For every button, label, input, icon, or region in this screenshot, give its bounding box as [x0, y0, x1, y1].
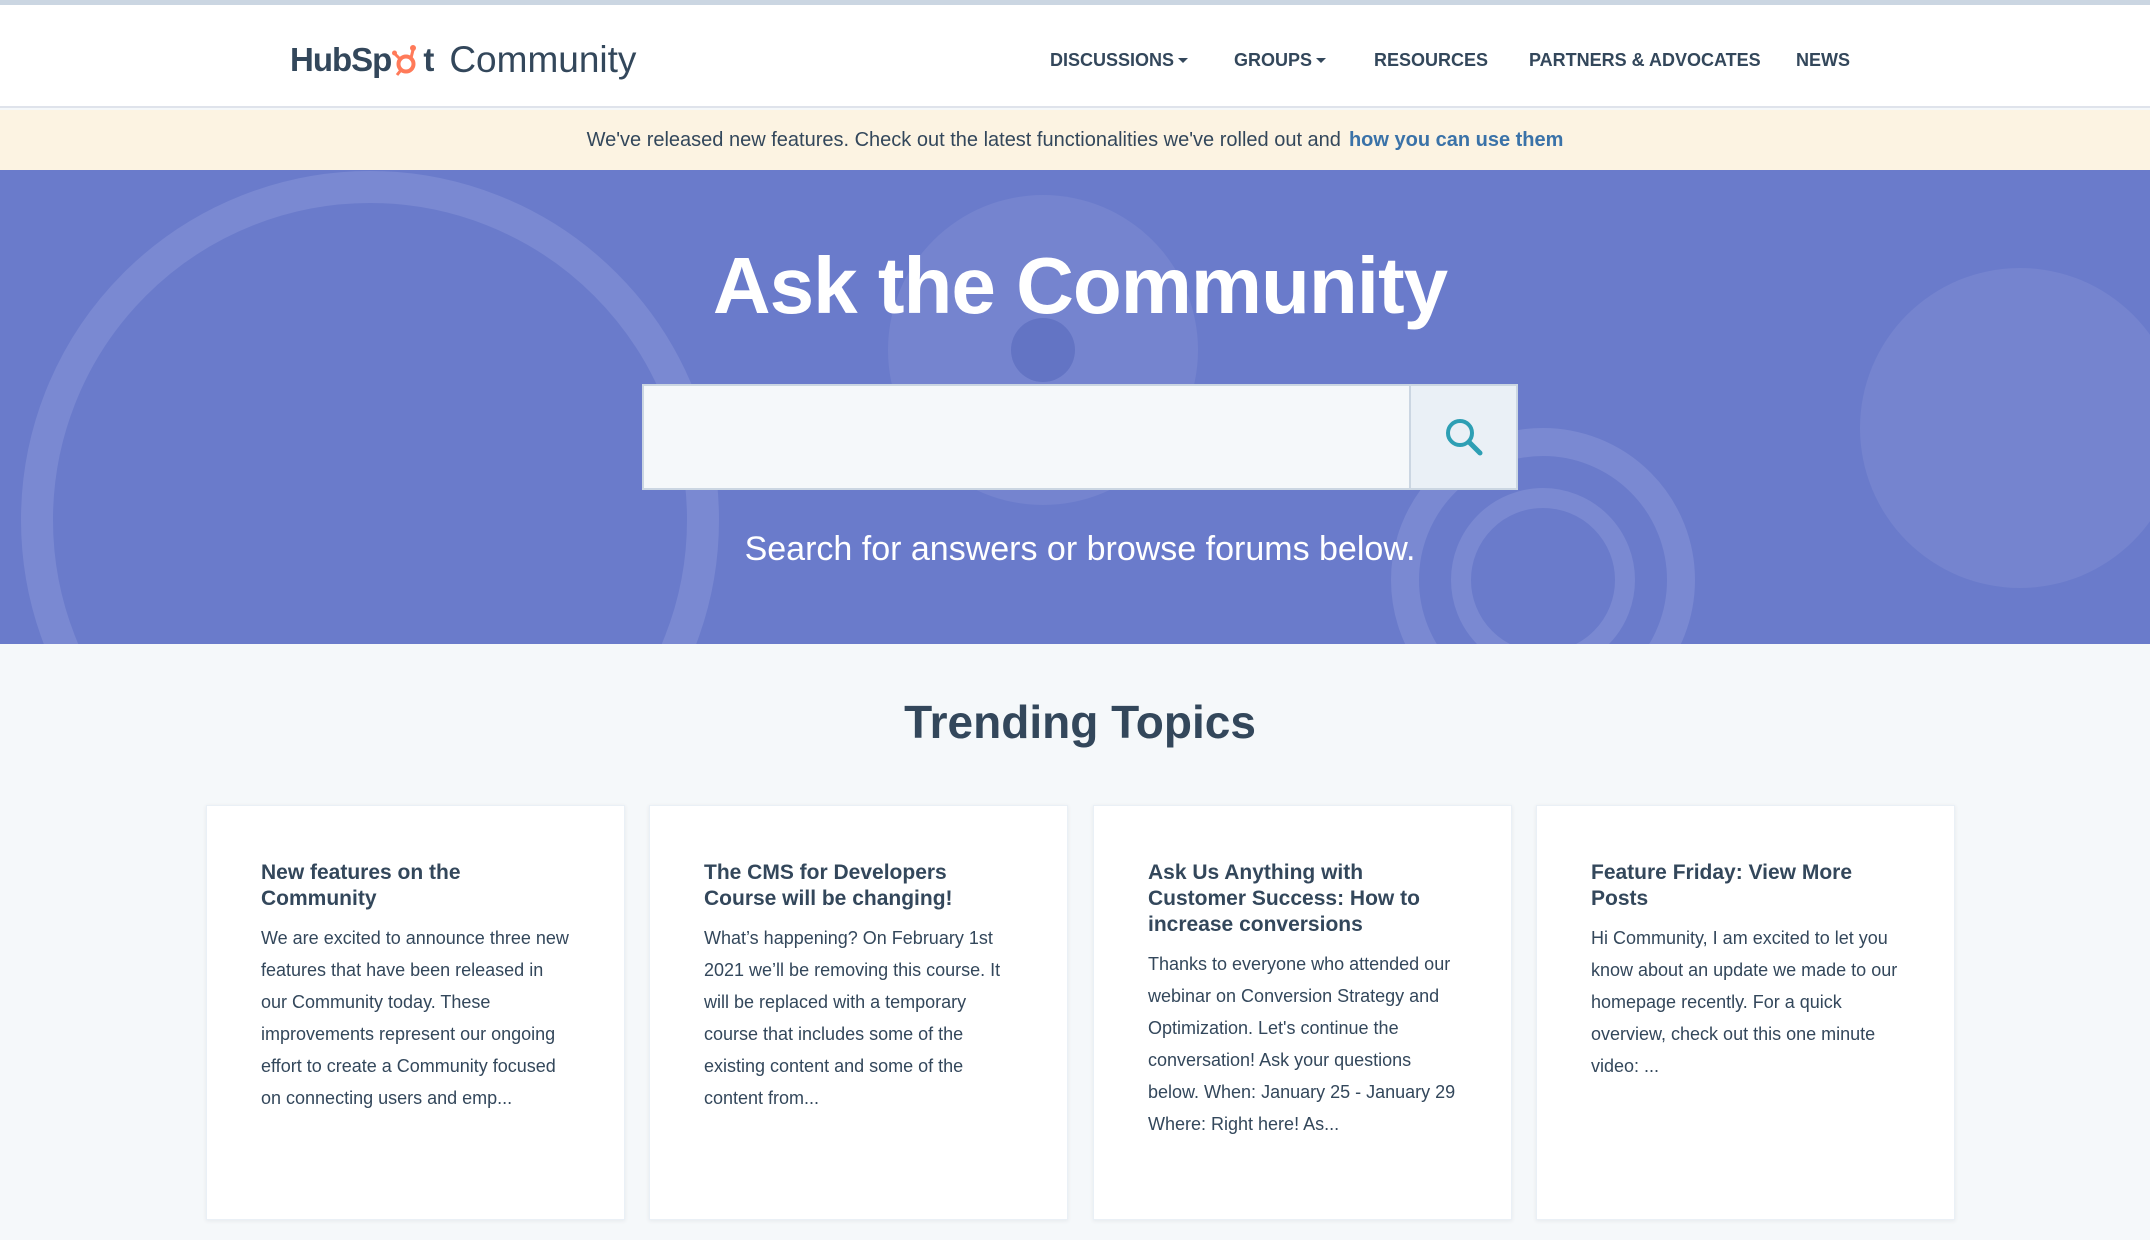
topic-card-body: What’s happening? On February 1st 2021 w… [704, 928, 1001, 1108]
topic-card-body: Hi Community, I am excited to let you kn… [1591, 928, 1898, 1076]
topic-card-title[interactable]: Feature Friday: View More Posts [1591, 860, 1902, 912]
hero-section: Ask the Community Search for answers or … [0, 170, 2150, 644]
nav-groups-label: GROUPS [1234, 49, 1313, 70]
nav-groups[interactable]: GROUPS [1234, 45, 1327, 75]
banner-text: We've released new features. Check out t… [586, 128, 1341, 151]
main-nav: DISCUSSIONS GROUPS RESOURCES PARTNERS & … [0, 45, 2150, 75]
nav-discussions-label: DISCUSSIONS [1050, 49, 1175, 70]
search-icon [1445, 419, 1482, 456]
caret-down-icon [1178, 57, 1189, 63]
topic-card-title[interactable]: New features on the Community [261, 860, 572, 912]
nav-partners-label: PARTNERS & ADVOCATES [1529, 49, 1761, 70]
topic-card[interactable]: Feature Friday: View More Posts Hi Commu… [1536, 805, 1955, 1220]
topic-card-title[interactable]: Ask Us Anything with Customer Success: H… [1148, 860, 1459, 938]
nav-partners-advocates[interactable]: PARTNERS & ADVOCATES [1529, 45, 1761, 75]
topic-card[interactable]: New features on the Community We are exc… [206, 805, 625, 1220]
nav-news-label: NEWS [1796, 49, 1850, 70]
nav-resources[interactable]: RESOURCES [1374, 45, 1488, 75]
topic-card[interactable]: The CMS for Developers Course will be ch… [649, 805, 1068, 1220]
search-bar [642, 384, 1518, 490]
nav-resources-label: RESOURCES [1374, 49, 1489, 70]
topic-card-body: We are excited to announce three new fea… [261, 928, 569, 1108]
nav-news[interactable]: NEWS [1796, 45, 1850, 75]
topic-card-body: Thanks to everyone who attended our webi… [1148, 954, 1456, 1134]
search-button[interactable] [1411, 384, 1518, 490]
hero-title: Ask the Community [712, 241, 1448, 330]
announcement-banner: We've released new features. Check out t… [0, 110, 2150, 170]
topic-card[interactable]: Ask Us Anything with Customer Success: H… [1093, 805, 1512, 1220]
trending-topics-title: Trending Topics [904, 696, 1256, 748]
topic-card-title[interactable]: The CMS for Developers Course will be ch… [704, 860, 1015, 912]
site-header: HubSp t Community DISCUSSIONS GROUPS RES… [0, 5, 2150, 108]
nav-discussions[interactable]: DISCUSSIONS [1050, 45, 1189, 75]
caret-down-icon [1316, 57, 1327, 63]
banner-link[interactable]: how you can use them [1349, 129, 1563, 152]
hero-subtitle: Search for answers or browse forums belo… [744, 530, 1416, 568]
search-input[interactable] [642, 384, 1411, 490]
